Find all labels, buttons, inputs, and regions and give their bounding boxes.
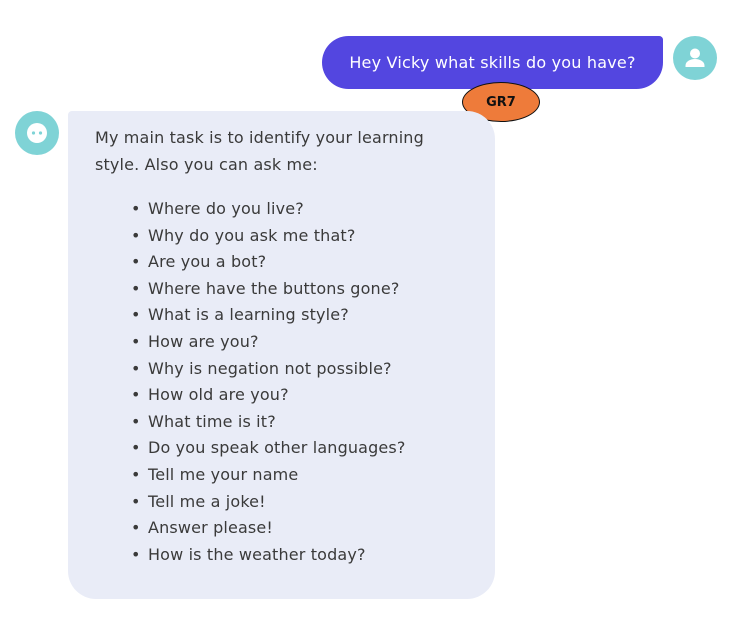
chat-view: Hey Vicky what skills do you have? GR7 M… — [0, 0, 738, 620]
list-item: • Why do you ask me that? — [131, 223, 475, 250]
user-icon — [685, 48, 705, 67]
list-item-label: How are you? — [148, 331, 259, 351]
skill-list: • Where do you live? • Why do you ask me t… — [95, 196, 475, 568]
list-item-label: Tell me your name — [148, 464, 299, 484]
list-bullet: • — [131, 544, 141, 564]
list-item: • What is a learning style? — [131, 302, 475, 329]
list-bullet: • — [131, 518, 141, 538]
list-item: • Where have the buttons gone? — [131, 276, 475, 303]
list-item-label: What is a learning style? — [148, 305, 349, 325]
list-item-label: What time is it? — [148, 411, 276, 431]
list-item: • Are you a bot? — [131, 249, 475, 276]
list-item-label: Are you a bot? — [148, 252, 267, 272]
list-bullet: • — [131, 225, 141, 245]
user-avatar — [673, 36, 717, 80]
list-item: • Where do you live? — [131, 196, 475, 223]
list-bullet: • — [131, 199, 141, 218]
list-item: • How old are you? — [131, 382, 475, 409]
list-bullet: • — [131, 438, 141, 458]
list-bullet: • — [131, 278, 141, 298]
bot-message-bubble: My main task is to identify your learnin… — [68, 111, 495, 599]
list-item-label: Do you speak other languages? — [148, 438, 406, 458]
list-item-label: Where have the buttons gone? — [148, 278, 400, 298]
list-item-label: Why is negation not possible? — [148, 358, 392, 378]
bot-avatar — [15, 111, 59, 155]
list-bullet: • — [131, 358, 141, 378]
list-item-label: Tell me a joke! — [148, 491, 266, 511]
list-item: • How are you? — [131, 329, 475, 356]
list-item-label: Why do you ask me that? — [148, 225, 356, 245]
list-item-label: How is the weather today? — [148, 544, 366, 564]
user-message-text: Hey Vicky what skills do you have? — [349, 53, 636, 72]
list-item-label: Answer please! — [148, 518, 273, 538]
list-item: • Tell me a joke! — [131, 489, 475, 516]
list-item-label: Where do you live? — [148, 199, 304, 218]
list-item: • Why is negation not possible? — [131, 356, 475, 383]
list-bullet: • — [131, 305, 141, 325]
list-item-label: How old are you? — [148, 385, 289, 405]
list-bullet: • — [131, 411, 141, 431]
list-bullet: • — [131, 331, 141, 351]
list-bullet: • — [131, 464, 141, 484]
list-item: • What time is it? — [131, 409, 475, 436]
list-item: • How is the weather today? — [131, 542, 475, 569]
user-message-bubble: Hey Vicky what skills do you have? — [322, 36, 663, 89]
list-item: • Do you speak other languages? — [131, 435, 475, 462]
list-bullet: • — [131, 252, 141, 272]
list-item: • Tell me your name — [131, 462, 475, 489]
list-bullet: • — [131, 385, 141, 405]
bot-message-intro: My main task is to identify your learnin… — [95, 128, 424, 174]
list-bullet: • — [131, 491, 141, 511]
bot-face-icon — [27, 123, 47, 143]
list-item: • Answer please! — [131, 515, 475, 542]
group-tag-label: GR7 — [486, 94, 516, 110]
